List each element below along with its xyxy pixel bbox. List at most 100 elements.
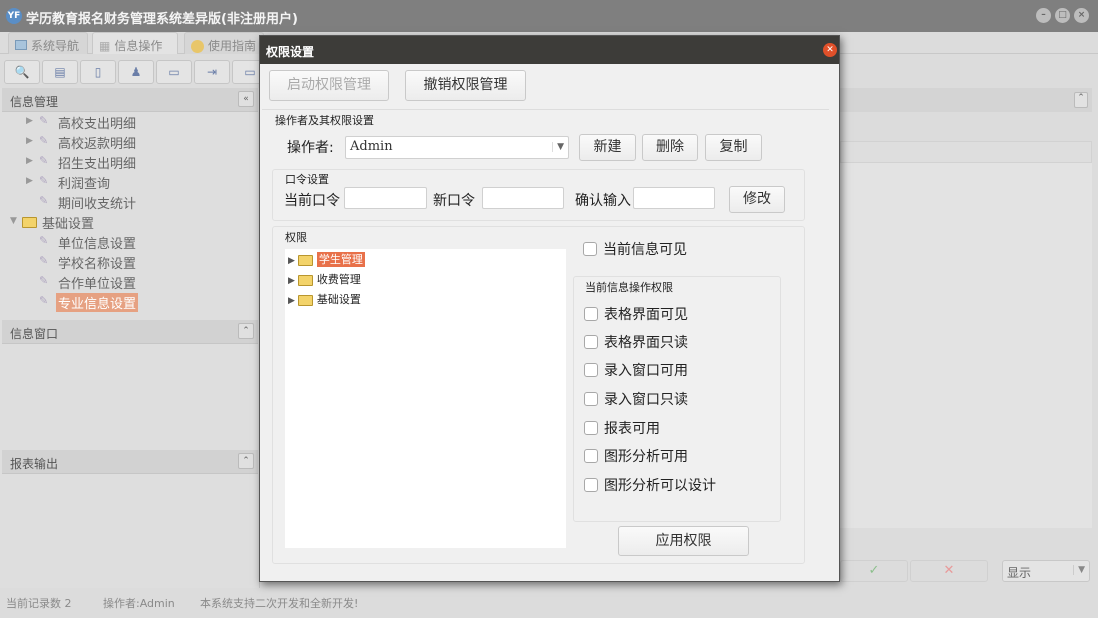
current-password-label: 当前口令	[284, 193, 340, 209]
cancel-button[interactable]: ✕	[910, 560, 988, 582]
tree-label: 基础设置	[316, 293, 361, 306]
permission-dialog: 权限设置 ✕ 启动权限管理 撤销权限管理 操作者及其权限设置 操作者: Admi…	[259, 35, 840, 582]
tab-user-guide[interactable]: 使用指南	[184, 32, 264, 54]
dialog-titlebar: 权限设置	[260, 36, 839, 64]
expand-arrow-icon[interactable]: ▶	[288, 296, 295, 306]
dialog-title: 权限设置	[266, 45, 315, 59]
collapse-arrow-icon[interactable]: ▼	[10, 216, 17, 226]
checkbox[interactable]	[584, 478, 598, 492]
panel-header-info-management: 信息管理 «	[2, 88, 258, 112]
tree-label: 学生管理	[316, 252, 365, 267]
tree-label: 专业信息设置	[56, 293, 139, 312]
checkbox[interactable]	[584, 335, 598, 349]
tool-icon: ✎	[39, 194, 49, 207]
status-bar: 当前记录数 2 操作者:Admin 本系统支持二次开发和全新开发!	[0, 590, 1098, 618]
tab-label: 信息操作	[114, 39, 163, 53]
expand-panel-button[interactable]: ⌃	[238, 453, 254, 469]
delete-operator-button[interactable]: 删除	[642, 134, 698, 161]
monitor-globe-button[interactable]: ▭	[156, 60, 192, 84]
checkbox-label: 报表可用	[604, 421, 660, 437]
tree-label: 学校名称设置	[58, 257, 137, 272]
record-count: 当前记录数 2	[6, 597, 72, 610]
collapse-left-button[interactable]: «	[238, 91, 254, 107]
confirm-button[interactable]: ✓	[840, 560, 908, 582]
window-title: 学历教育报名财务管理系统差异版(非注册用户)	[26, 12, 298, 27]
folder-icon	[22, 215, 41, 230]
grid-icon: ▦	[99, 39, 111, 53]
expand-arrow-icon[interactable]: ▶	[288, 256, 295, 266]
tree-label: 期间收支统计	[58, 197, 137, 212]
select-value: 显示	[1007, 566, 1032, 580]
grid-body	[840, 163, 1092, 528]
export-button[interactable]: ⇥	[194, 60, 230, 84]
help-globe-icon	[191, 40, 204, 53]
tree-label: 招生支出明细	[58, 157, 137, 172]
panel-title: 信息管理	[10, 95, 59, 109]
tool-icon: ✎	[39, 234, 49, 247]
checkbox-label: 表格界面只读	[604, 335, 688, 351]
search-doc-button[interactable]: 🔍	[4, 60, 40, 84]
tree-label: 单位信息设置	[58, 237, 137, 252]
checkbox-label: 当前信息可见	[603, 242, 687, 258]
maximize-button[interactable]: □	[1055, 8, 1070, 23]
tool-icon: ✎	[39, 294, 49, 307]
expand-arrow-icon[interactable]: ▶	[26, 156, 33, 166]
current-password-input[interactable]	[344, 187, 427, 209]
operator-combobox[interactable]: Admin ▼	[345, 136, 569, 159]
checkbox[interactable]	[584, 392, 598, 406]
status-message: 本系统支持二次开发和全新开发!	[200, 597, 359, 610]
list-button[interactable]: ▤	[42, 60, 78, 84]
apply-permission-button[interactable]: 应用权限	[618, 526, 749, 556]
close-dialog-button[interactable]: ✕	[823, 43, 837, 57]
tab-info-operation[interactable]: ▦ 信息操作	[92, 32, 178, 54]
checkbox[interactable]	[584, 307, 598, 321]
checkbox-label: 图形分析可用	[604, 449, 688, 465]
perm-tree-item[interactable]: ▶ 基础设置	[288, 291, 361, 311]
checkbox[interactable]	[583, 242, 597, 256]
checkbox-label: 录入窗口可用	[604, 363, 688, 379]
user-computer-button[interactable]: ♟	[118, 60, 154, 84]
new-operator-button[interactable]: 新建	[579, 134, 636, 161]
display-select[interactable]: 显示 ▼	[1002, 560, 1090, 582]
tab-label: 系统导航	[31, 39, 80, 53]
expand-arrow-icon[interactable]: ▶	[26, 176, 33, 186]
checkbox-label: 表格界面可见	[604, 307, 688, 323]
checkbox[interactable]	[584, 421, 598, 435]
revoke-permission-button[interactable]: 撤销权限管理	[405, 70, 526, 101]
tool-icon: ✎	[39, 134, 49, 147]
right-panel-header: ⌃	[840, 88, 1092, 112]
close-window-button[interactable]: ×	[1074, 8, 1089, 23]
checkbox[interactable]	[584, 449, 598, 463]
folder-icon	[297, 274, 313, 286]
expand-arrow-icon[interactable]: ▶	[26, 116, 33, 126]
perm-tree-item[interactable]: ▶ 收费管理	[288, 271, 361, 291]
checkbox-label: 图形分析可以设计	[604, 478, 716, 494]
folder-icon	[297, 294, 313, 306]
confirm-password-input[interactable]	[633, 187, 715, 209]
enable-permission-button[interactable]: 启动权限管理	[269, 70, 389, 101]
grid-header	[840, 141, 1092, 163]
expand-arrow-icon[interactable]: ▶	[288, 276, 295, 286]
operation-group-label: 当前信息操作权限	[585, 281, 673, 294]
modify-password-button[interactable]: 修改	[729, 186, 785, 213]
document-button[interactable]: ▯	[80, 60, 116, 84]
tree-label: 高校返款明细	[58, 137, 137, 152]
copy-operator-button[interactable]: 复制	[705, 134, 762, 161]
left-sidebar: 信息管理 « ▶ ✎ 高校支出明细 ▶ ✎ 高校返款明细 ▶ ✎ 招生支出明细 ▶ ✎ 利润查询 …	[0, 88, 260, 588]
minimize-button[interactable]: –	[1036, 8, 1051, 23]
chevron-down-icon: ▼	[1073, 565, 1085, 575]
checkbox-label: 录入窗口只读	[604, 392, 688, 408]
panel-header-info-window: 信息窗口 ⌃	[2, 320, 258, 344]
tool-icon: ✎	[39, 154, 49, 167]
tree-label: 合作单位设置	[58, 277, 137, 292]
tab-system-nav[interactable]: 系统导航	[8, 32, 88, 54]
new-password-input[interactable]	[482, 187, 564, 209]
window-titlebar: YF 学历教育报名财务管理系统差异版(非注册用户) – □ ×	[0, 0, 1098, 32]
expand-arrow-icon[interactable]: ▶	[26, 136, 33, 146]
folder-icon	[297, 254, 313, 266]
checkbox[interactable]	[584, 363, 598, 377]
perm-tree-item-selected[interactable]: ▶ 学生管理	[288, 251, 365, 271]
expand-panel-button[interactable]: ⌃	[238, 323, 254, 339]
operator-group-label: 操作者及其权限设置	[275, 114, 374, 127]
expand-panel-button[interactable]: ⌃	[1074, 92, 1088, 108]
